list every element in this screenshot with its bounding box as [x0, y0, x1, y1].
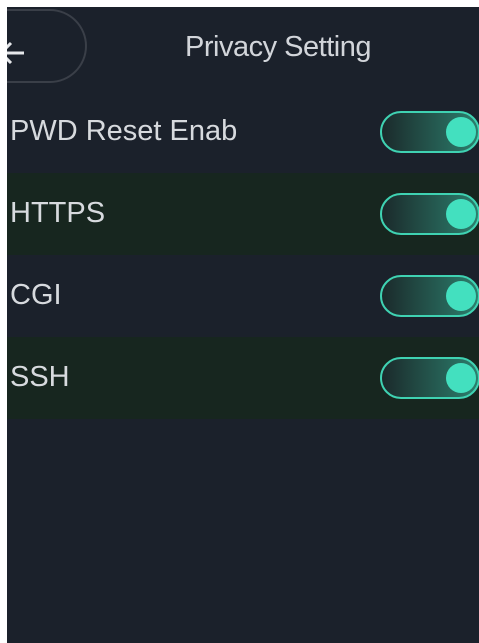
- setting-row-ssh: SSH: [7, 337, 479, 419]
- header: Privacy Setting: [7, 7, 479, 91]
- cgi-toggle[interactable]: [380, 275, 479, 317]
- setting-label: SSH: [10, 361, 70, 393]
- pwd-reset-toggle[interactable]: [380, 111, 479, 153]
- setting-row-pwd-reset: PWD Reset Enab: [7, 91, 479, 173]
- https-toggle[interactable]: [380, 193, 479, 235]
- toggle-knob: [446, 363, 476, 393]
- setting-label: PWD Reset Enab: [10, 115, 238, 147]
- setting-label: HTTPS: [10, 197, 106, 229]
- toggle-knob: [446, 281, 476, 311]
- toggle-knob: [446, 199, 476, 229]
- arrow-left-icon: [7, 41, 24, 65]
- setting-row-cgi: CGI: [7, 255, 479, 337]
- toggle-knob: [446, 117, 476, 147]
- setting-row-https: HTTPS: [7, 173, 479, 255]
- settings-list: PWD Reset Enab HTTPS CGI SSH: [7, 91, 479, 419]
- setting-label: CGI: [10, 279, 62, 311]
- page-title: Privacy Setting: [185, 31, 371, 63]
- ssh-toggle[interactable]: [380, 357, 479, 399]
- screen: Privacy Setting PWD Reset Enab HTTPS CGI…: [7, 7, 479, 643]
- back-button[interactable]: [7, 9, 87, 83]
